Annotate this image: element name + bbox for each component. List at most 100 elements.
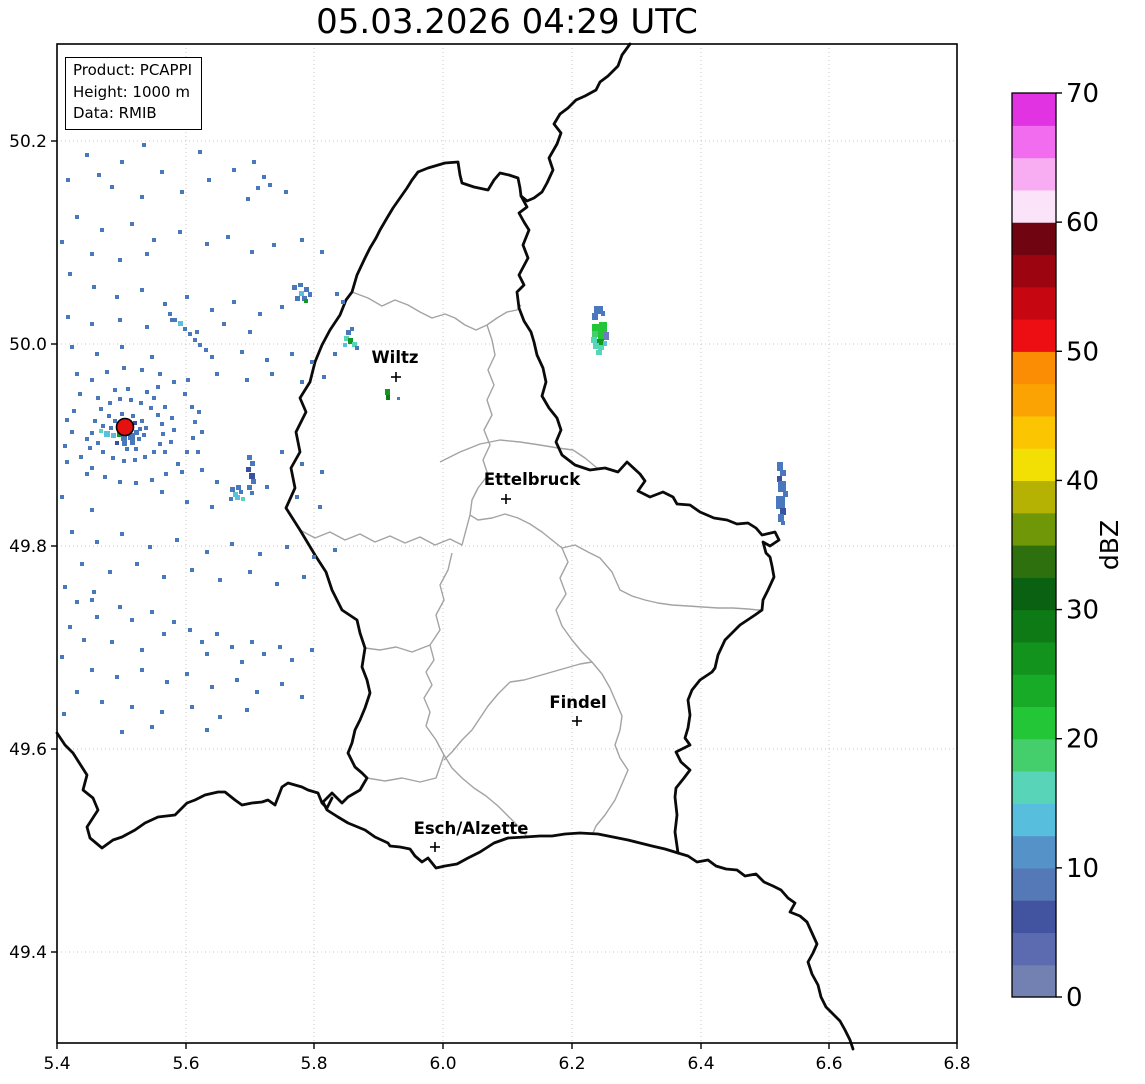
radar-echo-pixel — [302, 575, 306, 579]
radar-echo-pixel — [265, 358, 269, 362]
radar-echo-pixel — [142, 433, 146, 437]
radar-echo-pixel — [780, 508, 786, 515]
radar-echo-pixel — [205, 550, 209, 554]
radar-echo-pixel — [205, 242, 209, 246]
radar-echo-pixel — [193, 420, 197, 424]
radar-echo-pixel — [140, 288, 144, 292]
radar-echo-pixel — [65, 460, 69, 464]
colorbar-segment — [1012, 545, 1056, 578]
radar-echo-pixel — [78, 392, 82, 396]
radar-echo-pixel — [248, 330, 252, 334]
radar-echo-pixel — [152, 450, 156, 454]
x-tick-label: 6.0 — [429, 1054, 456, 1074]
radar-echo-pixel — [185, 500, 189, 504]
radar-echo-pixel — [118, 480, 122, 484]
radar-echo-pixel — [140, 368, 144, 372]
radar-echo-pixel — [90, 378, 94, 382]
radar-echo-pixel — [248, 570, 252, 574]
radar-echo-pixel — [108, 570, 112, 574]
colorbar-segment — [1012, 286, 1056, 320]
radar-echo-pixel — [150, 478, 154, 482]
radar-echo-pixel — [99, 429, 103, 433]
radar-echo-pixel — [85, 437, 89, 441]
radar-echo-pixel — [107, 414, 111, 418]
radar-echo-pixel — [300, 238, 304, 242]
radar-echo-pixel — [245, 378, 249, 382]
canton-border-line — [299, 514, 471, 546]
radar-echo-pixel — [210, 355, 214, 359]
radar-echo-pixel — [312, 555, 316, 559]
radar-echo-pixel — [188, 628, 192, 632]
radar-echo-pixel — [292, 285, 297, 290]
radar-echo-pixel — [599, 322, 607, 331]
x-tick-label: 6.4 — [687, 1054, 714, 1074]
radar-echo-pixel — [250, 250, 254, 254]
canton-border-line — [364, 644, 431, 653]
radar-echo-pixel — [120, 345, 124, 349]
radar-echo-pixel — [135, 562, 139, 566]
colorbar-segment — [1012, 222, 1056, 256]
radar-echo-pixel — [322, 375, 326, 379]
radar-echo-pixel — [185, 672, 189, 676]
radar-echo-pixel — [160, 422, 164, 426]
radar-echo-pixel — [70, 530, 74, 534]
x-tick-label: 5.6 — [172, 1054, 199, 1074]
figure-title: 05.03.2026 04:29 UTC — [316, 2, 698, 42]
colorbar-segment — [1012, 125, 1056, 159]
radar-echo-pixel — [115, 675, 119, 679]
colorbar-segment — [1012, 189, 1056, 223]
radar-echo-pixel — [161, 432, 165, 436]
y-axis: 50.2 50.0 49.8 49.6 49.4 — [9, 132, 57, 963]
gridlines — [57, 44, 957, 1043]
colorbar: 0 10 20 30 40 50 60 70 dBZ — [1011, 79, 1124, 1013]
radar-echo-pixel — [183, 392, 187, 396]
x-tick-label: 6.8 — [943, 1054, 970, 1074]
radar-echo-pixel — [113, 419, 117, 423]
radar-echo-pixel — [90, 668, 94, 672]
city-marker — [430, 842, 440, 852]
radar-echo-pixel — [397, 397, 400, 400]
radar-echo-pixel — [178, 321, 183, 326]
colorbar-segment — [1012, 771, 1056, 804]
radar-echo-pixel — [603, 341, 607, 346]
colorbar-segment — [1012, 932, 1056, 966]
radar-echo-pixel — [149, 406, 153, 410]
radar-echo-pixel — [63, 444, 67, 448]
radar-echo-pixel — [131, 414, 135, 418]
x-axis: 5.4 5.6 5.8 6.0 6.2 6.4 6.6 6.8 — [43, 1043, 971, 1074]
radar-echo-pixel — [210, 308, 214, 312]
radar-echo-pixel — [142, 143, 146, 147]
radar-echo-pixel — [145, 390, 149, 394]
radar-echo-pixel — [170, 416, 174, 420]
radar-echo-pixel — [118, 318, 122, 322]
radar-echo-pixel — [118, 397, 122, 401]
radar-echo-pixel — [70, 430, 74, 434]
radar-echo-pixel — [295, 296, 300, 301]
radar-echo-pixel — [197, 410, 201, 414]
radar-echo-pixel — [350, 327, 354, 331]
radar-echo-pixel — [163, 302, 167, 306]
radar-echo-pixel — [592, 331, 598, 337]
city-marker — [572, 716, 582, 726]
radar-echo-pixel — [333, 548, 337, 552]
radar-echo-pixel — [75, 372, 79, 376]
radar-echo-pixel — [168, 312, 172, 316]
radar-echo-pixel — [265, 485, 269, 489]
radar-echo-pixel — [230, 542, 234, 546]
belgium-germany-border — [519, 42, 632, 203]
radar-echo-pixel — [120, 160, 124, 164]
radar-echo-pixel — [343, 343, 347, 347]
radar-echo-pixel — [101, 450, 105, 454]
radar-echo-pixel — [103, 475, 107, 479]
x-tick-label: 5.8 — [300, 1054, 327, 1074]
radar-echo-pixel — [200, 640, 204, 644]
radar-echo-pixel — [130, 440, 135, 445]
radar-echo-pixel — [68, 272, 72, 276]
radar-echo-pixel — [250, 640, 254, 644]
colorbar-segment — [1012, 867, 1056, 901]
colorbar-segment — [1012, 157, 1056, 191]
radar-echo-pixel — [68, 625, 72, 629]
radar-echo-pixel — [304, 287, 309, 292]
radar-echo-pixel — [140, 648, 144, 652]
radar-echo-pixel — [66, 178, 70, 182]
